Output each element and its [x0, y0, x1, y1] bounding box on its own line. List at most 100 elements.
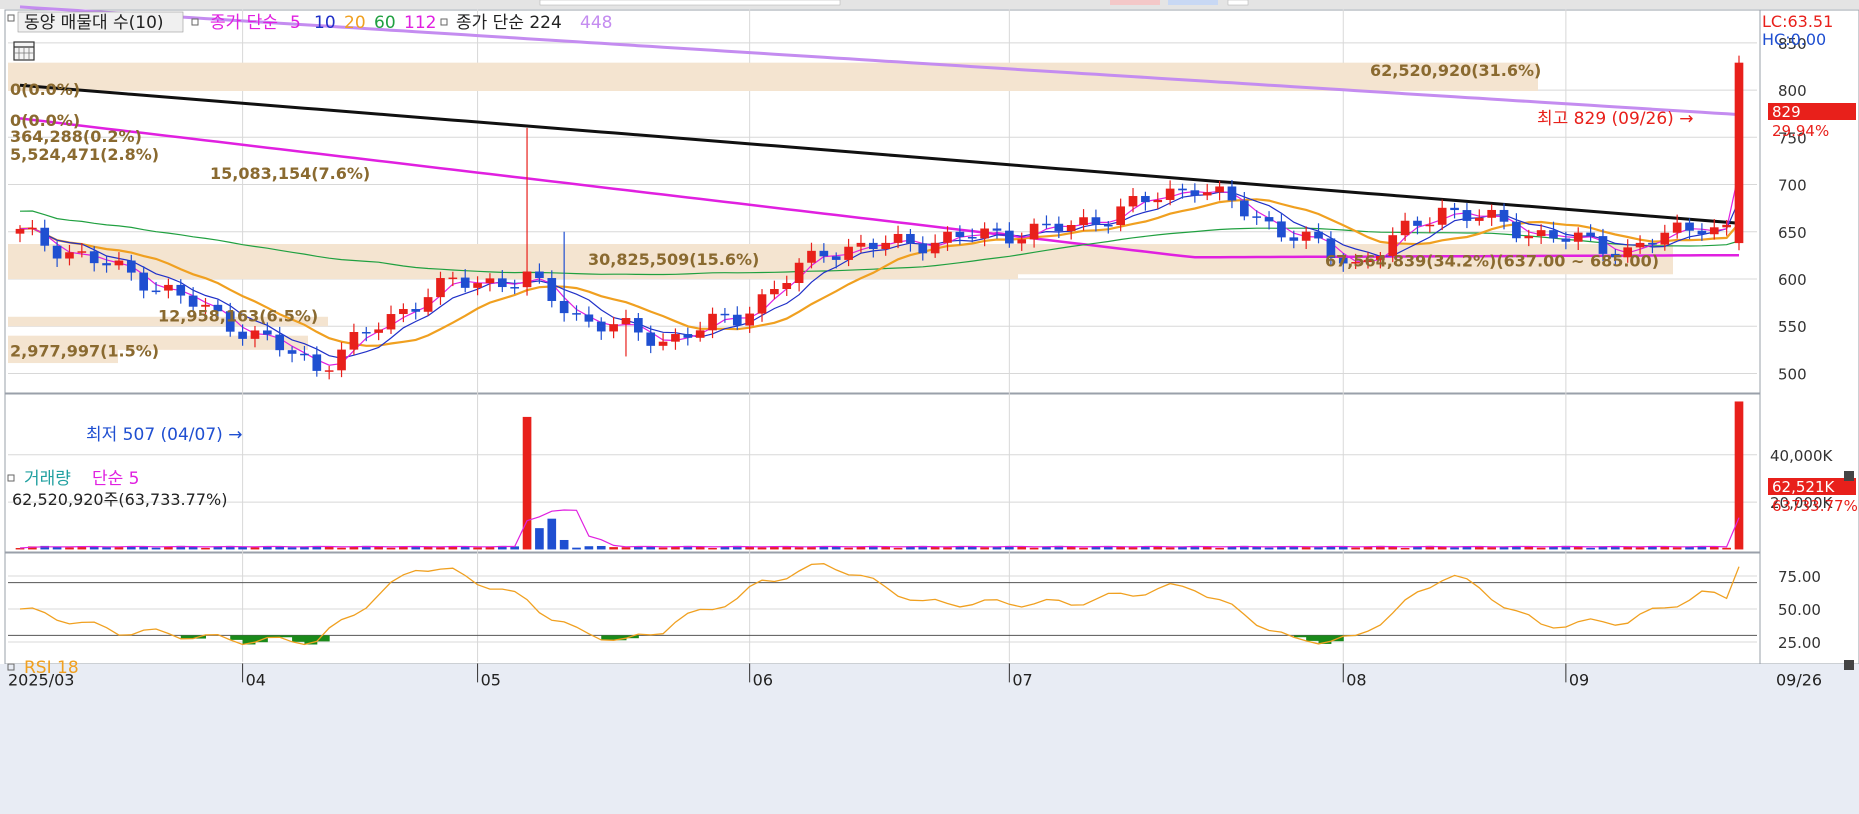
volume-bar [893, 547, 903, 550]
volume-badge-sub: 63733.77% [1772, 497, 1858, 515]
last-change: 29.94% [1772, 122, 1829, 140]
candle-body [1413, 220, 1422, 226]
close-panel-icon[interactable] [1844, 660, 1854, 670]
candle-body [708, 313, 717, 331]
candle-body [572, 313, 581, 315]
candle-body [164, 284, 173, 291]
ma60-period: 60 [374, 13, 396, 33]
volume-bar [1450, 547, 1459, 550]
x-tick-label: 04 [246, 670, 266, 689]
x-tick-label: 09 [1569, 670, 1589, 689]
candle-body [868, 242, 878, 250]
stock-chart[interactable]: 62,520,920(31.6%)0(0.0%)0(0.0%)364,288(0… [0, 0, 1859, 814]
candle-body [1066, 225, 1076, 232]
rsi-oversold-fill [292, 635, 305, 642]
volume-bar [559, 539, 569, 550]
price-tick-label: 550 [1778, 318, 1807, 336]
volume-bar [1499, 547, 1509, 550]
volume-bar [794, 547, 804, 550]
candle-body [1450, 207, 1459, 211]
calendar-icon[interactable] [13, 41, 35, 61]
price-tick-label: 650 [1778, 224, 1807, 242]
candle-body [337, 349, 346, 371]
candle-body [671, 334, 680, 342]
candle-body [436, 278, 445, 298]
candle-body [1499, 209, 1509, 222]
candle-body [794, 262, 804, 283]
candle-body [1277, 221, 1286, 238]
candle-body [275, 334, 285, 351]
rsi-label[interactable]: RSI 18 [24, 658, 79, 678]
volume-bar [844, 547, 853, 550]
candle-body [448, 277, 458, 280]
candle-body [1586, 232, 1595, 237]
candle-body [485, 278, 495, 284]
volume-ma-label[interactable]: 단순 5 [92, 469, 140, 489]
volume-bar [250, 547, 260, 550]
candle-body [522, 271, 532, 288]
volume-profile-label: 15,083,154(7.6%) [210, 164, 370, 183]
candle-body [881, 242, 891, 250]
candle-body [324, 370, 334, 372]
volume-bar [708, 548, 717, 550]
candle-body [1474, 217, 1484, 221]
volume-profile-label: 0(0.0%) [10, 80, 80, 99]
volume-label[interactable]: 거래량 [24, 469, 71, 489]
candle-body [1103, 224, 1113, 227]
candle-body [40, 227, 50, 246]
candle-body [683, 334, 693, 338]
volume-panel[interactable] [4, 393, 1761, 553]
candle-body [1314, 231, 1323, 239]
volume-bar [943, 547, 952, 550]
close-panel-icon[interactable] [1844, 471, 1854, 481]
price-tick-label: 800 [1778, 82, 1807, 100]
candle-body [992, 228, 1002, 231]
volume-bar [65, 547, 74, 550]
candle-body [374, 329, 383, 333]
volume-bar [337, 547, 346, 550]
candle-body [77, 251, 87, 253]
rsi-tick-label: 75.00 [1778, 568, 1821, 586]
x-tick-label: 06 [753, 670, 773, 689]
candle-body [955, 231, 965, 238]
volume-bar [1734, 401, 1744, 550]
candle-body [1005, 230, 1014, 244]
volume-bar [114, 547, 124, 550]
candle-body [1165, 188, 1175, 200]
candle-body [893, 233, 903, 243]
candle-body [139, 272, 148, 291]
volume-bar [102, 547, 111, 550]
candle-body [1536, 230, 1546, 237]
volume-bar [572, 547, 581, 550]
candle-body [918, 243, 928, 254]
candle-body [732, 314, 742, 326]
volume-bar [1029, 547, 1039, 550]
candle-body [386, 314, 396, 330]
candle-body [1054, 223, 1064, 232]
candle-body [15, 228, 25, 234]
volume-bar [1672, 547, 1682, 550]
candle-body [1561, 238, 1571, 242]
price-ma-label[interactable]: 종가 단순 [210, 13, 278, 33]
stock-label[interactable]: 동양 매물대 수(10) [24, 13, 164, 33]
candle-body [1685, 222, 1694, 231]
candle-body [52, 245, 62, 259]
candle-body [1660, 232, 1670, 245]
rsi-oversold-fill [1306, 635, 1320, 641]
volume-bar [1586, 547, 1595, 550]
price-ma224-label[interactable]: 종가 단순 224 [456, 13, 562, 33]
x-tick-label: 08 [1346, 670, 1366, 689]
rsi-oversold-fill [1293, 635, 1307, 638]
candle-body [1734, 62, 1744, 244]
candle-body [1252, 216, 1262, 218]
candle-body [807, 250, 816, 263]
candle-body [114, 260, 124, 266]
candle-body [1017, 239, 1027, 244]
candle-body [460, 277, 470, 288]
volume-bar [621, 547, 631, 550]
candle-body [1573, 232, 1583, 242]
x-tick-label: 05 [481, 670, 501, 689]
volume-bar [1400, 548, 1410, 550]
volume-bar [658, 547, 668, 550]
candle-body [658, 341, 668, 346]
